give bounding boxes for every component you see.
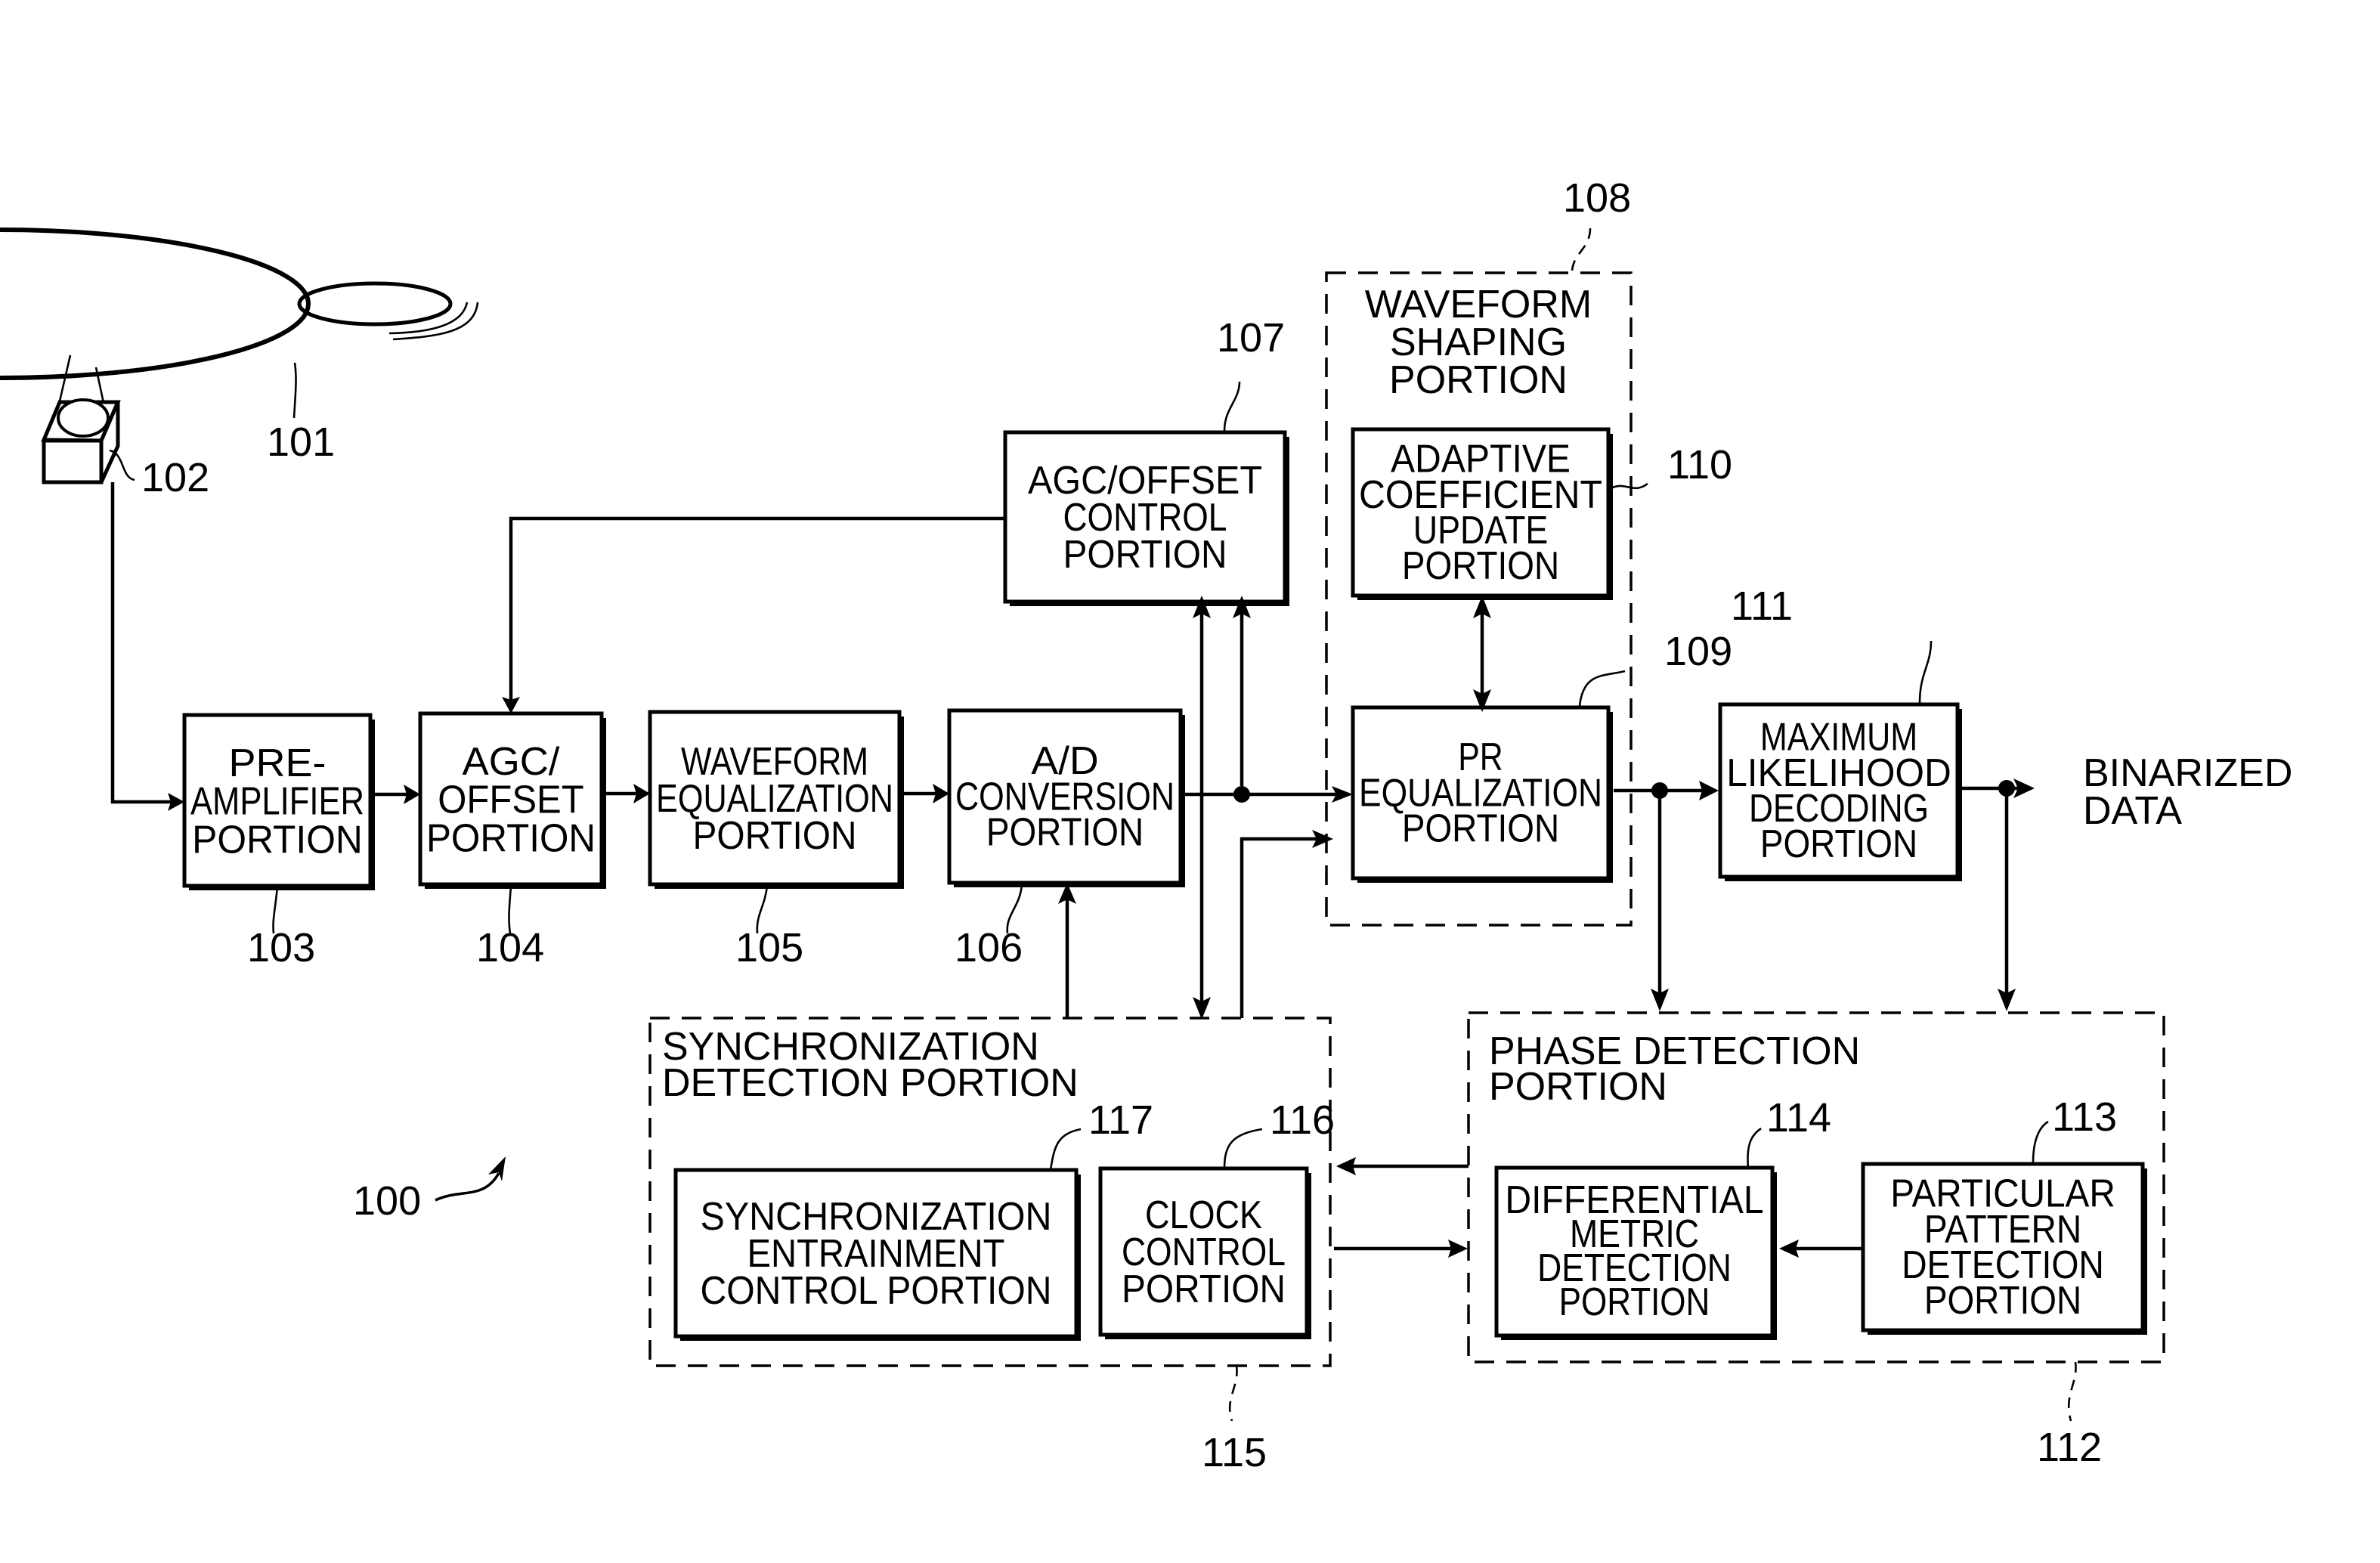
ref-105: 105 — [735, 925, 803, 970]
ref-117: 117 — [1088, 1097, 1153, 1143]
ref-114: 114 — [1766, 1095, 1831, 1141]
block-label-line: PORTION — [426, 817, 596, 861]
wire-pickup-preamp — [110, 482, 175, 804]
ref-109: 109 — [1664, 629, 1732, 674]
ref-leader — [2032, 1120, 2049, 1163]
ref-110: 110 — [1667, 442, 1732, 487]
block-label-line: PORTION — [192, 819, 363, 862]
block-agc-offset-control: AGC/OFFSETCONTROLPORTION107 — [1003, 315, 1289, 606]
ref-115: 115 — [1202, 1430, 1267, 1475]
ref-103: 103 — [247, 925, 315, 970]
binarized-data-label: BINARIZED DATA — [2083, 751, 2292, 833]
block-label-line: AGC/ — [463, 740, 561, 784]
block-waveform-eq: WAVEFORMEQUALIZATIONPORTION105 — [648, 710, 904, 970]
block-agc-offset: AGC/OFFSETPORTION 104 — [418, 711, 606, 970]
ref-leader — [1223, 1128, 1263, 1169]
block-label-line: PORTION — [693, 814, 857, 858]
svg-text:PORTION: PORTION — [1489, 1065, 1667, 1109]
block-label-line: PRE- — [229, 741, 327, 785]
block-label-line: PORTION — [1402, 544, 1559, 588]
block-adaptive-coef: ADAPTIVECOEFFICIENTUPDATEPORTION110 — [1351, 427, 1732, 600]
block-particular-pattern: PARTICULARPATTERNDETECTIONPORTION113 — [1861, 1094, 2147, 1335]
ref-102: 102 — [141, 455, 209, 500]
svg-text:DETECTION PORTION: DETECTION PORTION — [662, 1061, 1079, 1105]
block-label-line: PORTION — [986, 810, 1144, 854]
block-differential-metric: DIFFERENTIALMETRICDETECTIONPORTION114 — [1494, 1095, 1831, 1340]
ref-leader — [1578, 670, 1626, 707]
svg-text:100: 100 — [353, 1178, 421, 1224]
block-preamp: PRE-AMPLIFIERPORTION 103 — [182, 713, 375, 970]
svg-text:DATA: DATA — [2083, 789, 2182, 833]
ref-104: 104 — [476, 925, 544, 970]
ref-116: 116 — [1270, 1097, 1335, 1143]
ref-leader — [1918, 640, 1933, 704]
waveform-shaping-label: WAVEFORM SHAPING PORTION — [1365, 283, 1592, 402]
block-label-line: PORTION — [1063, 533, 1227, 577]
block-sync-entrainment: SYNCHRONIZATIONENTRAINMENTCONTROL PORTIO… — [673, 1097, 1153, 1341]
block-label-line: PORTION — [1924, 1279, 2081, 1323]
ref-108: 108 — [1563, 175, 1631, 221]
ref-leader — [1049, 1128, 1082, 1171]
ref-leader — [1223, 381, 1241, 432]
ref-leader — [1747, 1127, 1762, 1168]
ref-112: 112 — [2037, 1425, 2102, 1470]
block-label-line: PORTION — [1760, 822, 1917, 866]
ref-leader — [1609, 482, 1648, 491]
sync-detection-label: SYNCHRONIZATION DETECTION PORTION — [662, 1025, 1079, 1105]
ref-leader-101 — [292, 362, 297, 419]
ref-111: 111 — [1731, 583, 1793, 629]
ref-101: 101 — [267, 419, 335, 465]
block-label-line: PORTION — [1402, 806, 1559, 850]
system-ref-100: 100 — [353, 1156, 506, 1224]
block-label-line: CONTROL PORTION — [701, 1269, 1052, 1313]
junction-dot — [1233, 786, 1250, 803]
block-diagram: 101 102 WAVEFORM SHAPING PORTION 108 SYN… — [0, 175, 2292, 1475]
block-pr-eq: PREQUALIZATIONPORTION109 — [1351, 629, 1732, 883]
block-label-line: AMPLIFIER — [190, 780, 364, 824]
ref-107: 107 — [1217, 315, 1285, 361]
block-label-line: PORTION — [1122, 1267, 1286, 1311]
block-label-line: OFFSET — [438, 778, 583, 822]
svg-text:PORTION: PORTION — [1389, 358, 1568, 402]
ref-106: 106 — [955, 925, 1023, 970]
block-ml-decoding: MAXIMUMLIKELIHOODDECODINGPORTION111 — [1718, 583, 1962, 881]
block-label-line: PORTION — [1559, 1280, 1710, 1324]
ref-113: 113 — [2052, 1094, 2117, 1140]
